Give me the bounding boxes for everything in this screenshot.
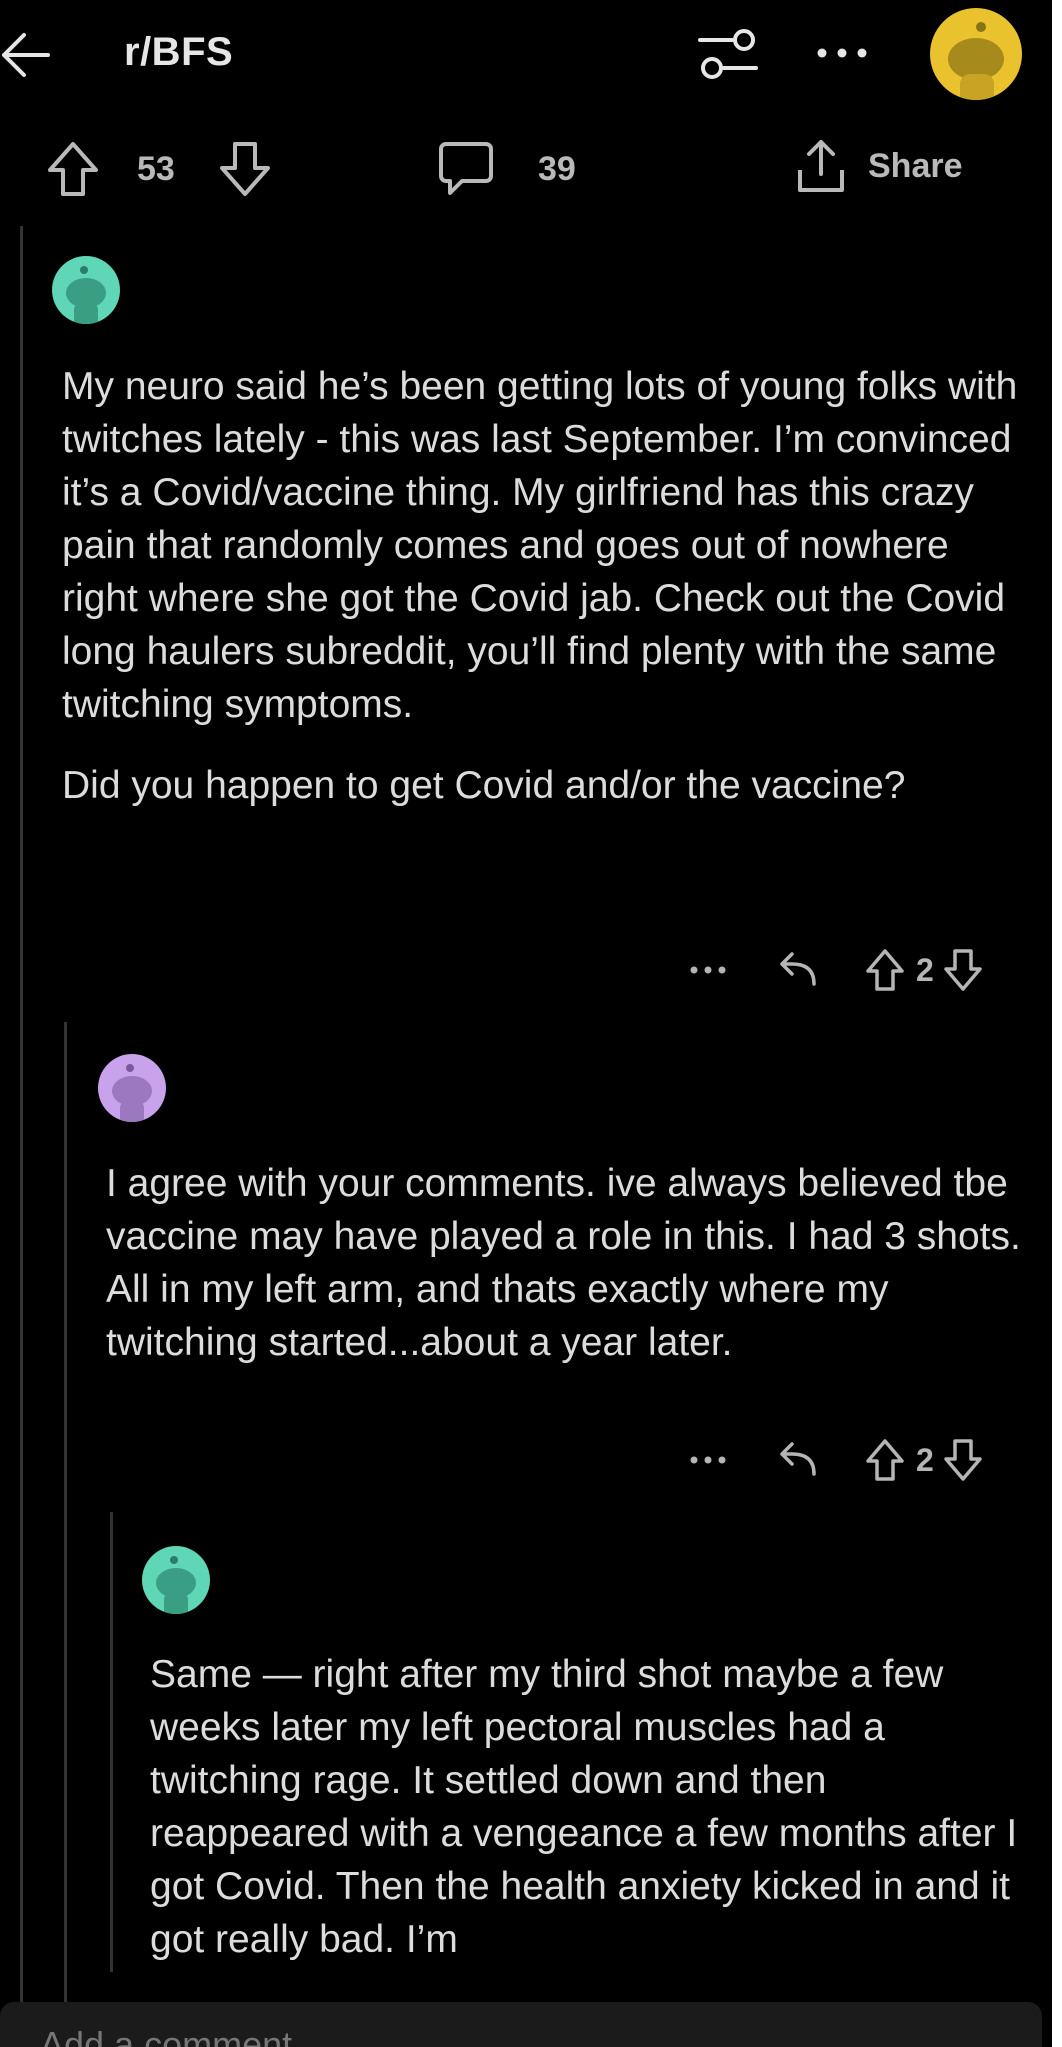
reply-icon[interactable] (774, 948, 820, 992)
comment-body: I agree with your comments. ive always b… (106, 1157, 1026, 1369)
vote-count: 53 (137, 150, 175, 188)
commenter-avatar[interactable] (52, 256, 120, 324)
comment-paragraph: Did you happen to get Covid and/or the v… (62, 764, 906, 807)
comment-score: 2 (916, 1441, 934, 1478)
screen-edge (1052, 0, 1062, 2047)
comment-score: 2 (916, 951, 934, 988)
comment-body: Same — right after my third shot maybe a… (150, 1648, 1030, 1966)
back-arrow-icon[interactable] (0, 25, 70, 85)
more-options-icon[interactable] (686, 1445, 730, 1475)
comment-actions: 2 (686, 1432, 984, 1488)
comment-bubble-icon (439, 142, 493, 195)
comment-count: 39 (538, 150, 576, 188)
thread-line[interactable] (110, 1512, 113, 1972)
comment-actions: 2 (686, 942, 984, 998)
comment-paragraph: My neuro said he’s been getting lots of … (62, 365, 1018, 726)
thread-line[interactable] (64, 1022, 67, 2022)
share-button[interactable]: Share (794, 136, 963, 196)
add-comment-placeholder[interactable]: Add a comment (40, 2024, 292, 2047)
comment-body: My neuro said he’s been getting lots of … (62, 360, 1032, 812)
post-action-bar: 53 39 Share (0, 130, 1052, 210)
comment-paragraph: Same — right after my third shot maybe a… (150, 1653, 1018, 1961)
downvote-arrow-icon[interactable] (942, 947, 984, 993)
downvote-button[interactable] (218, 140, 272, 198)
upvote-arrow-icon (48, 142, 98, 196)
more-options-icon[interactable] (686, 955, 730, 985)
sort-filter-icon[interactable] (694, 26, 764, 82)
more-options-icon[interactable] (812, 38, 872, 68)
downvote-arrow-icon[interactable] (942, 1437, 984, 1483)
commenter-avatar[interactable] (98, 1054, 166, 1122)
subreddit-title[interactable]: r/BFS (124, 30, 233, 75)
commenter-avatar[interactable] (142, 1546, 210, 1614)
share-icon (798, 140, 844, 192)
comment-paragraph: I agree with your comments. ive always b… (106, 1162, 1021, 1364)
upvote-arrow-icon[interactable] (864, 1437, 906, 1483)
upvote-arrow-icon[interactable] (864, 947, 906, 993)
upvote-button[interactable] (46, 140, 100, 198)
user-avatar[interactable] (930, 8, 1022, 100)
add-comment-bar[interactable]: Add a comment (0, 2002, 1042, 2047)
thread-line[interactable] (20, 226, 23, 2026)
comments-button[interactable] (438, 140, 494, 198)
downvote-arrow-icon (220, 142, 270, 196)
reply-icon[interactable] (774, 1438, 820, 1482)
top-bar: r/BFS (0, 0, 1052, 110)
share-label: Share (868, 146, 963, 185)
